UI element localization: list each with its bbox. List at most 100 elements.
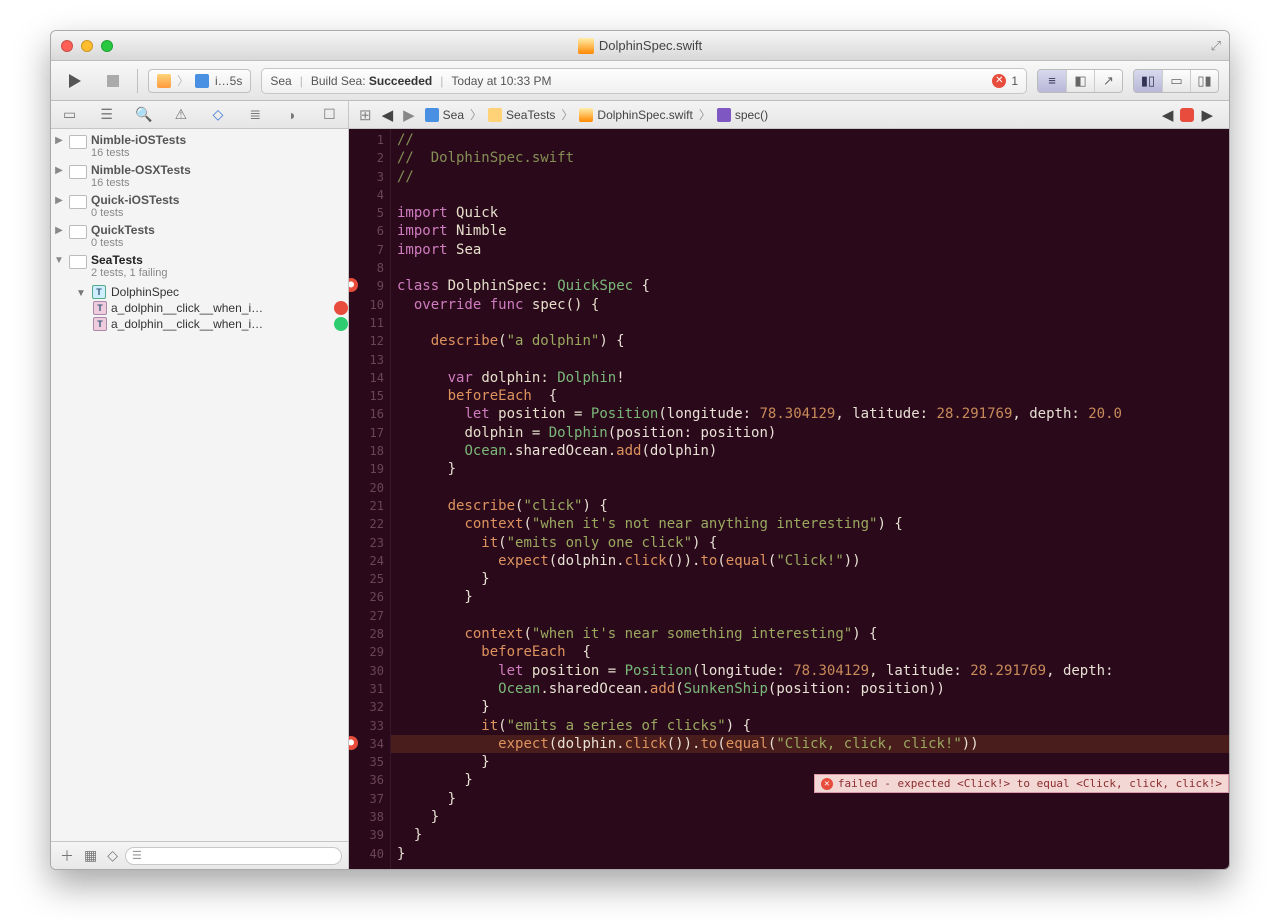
line-number[interactable]: 40 bbox=[349, 845, 390, 863]
test-suite-row[interactable]: ▶ QuickTests 0 tests bbox=[51, 221, 348, 251]
back-button[interactable]: ◀ bbox=[378, 106, 398, 124]
line-number[interactable]: 16 bbox=[349, 405, 390, 423]
code-line[interactable]: import Quick bbox=[391, 204, 1229, 222]
test-suite-row[interactable]: ▶ Nimble-OSXTests 16 tests bbox=[51, 161, 348, 191]
toggle-navigator-button[interactable]: ▮▯ bbox=[1134, 70, 1162, 92]
breakpoint-nav-icon[interactable]: ◗ bbox=[274, 107, 311, 123]
code-line[interactable] bbox=[391, 314, 1229, 332]
line-number[interactable]: 11 bbox=[349, 314, 390, 332]
line-number[interactable]: 24 bbox=[349, 552, 390, 570]
line-number[interactable]: 36 bbox=[349, 771, 390, 789]
jumpbar-symbol[interactable]: spec() bbox=[713, 108, 772, 122]
line-number[interactable]: 31 bbox=[349, 680, 390, 698]
line-number[interactable]: 35 bbox=[349, 753, 390, 771]
line-number[interactable]: 25 bbox=[349, 570, 390, 588]
code-line[interactable]: beforeEach { bbox=[391, 643, 1229, 661]
stop-button[interactable] bbox=[99, 69, 127, 93]
disclosure-icon[interactable]: ▶ bbox=[53, 133, 65, 146]
report-nav-icon[interactable]: ☐ bbox=[311, 106, 348, 123]
line-number[interactable]: 27 bbox=[349, 607, 390, 625]
toggle-utilities-button[interactable]: ▯▮ bbox=[1190, 70, 1218, 92]
issue-nav-icon[interactable]: ⚠ bbox=[162, 106, 199, 123]
fullscreen-icon[interactable]: ⤢ bbox=[1211, 38, 1221, 54]
disclosure-icon[interactable]: ▼ bbox=[53, 253, 65, 266]
test-suite-row[interactable]: ▶ Nimble-iOSTests 16 tests bbox=[51, 131, 348, 161]
line-number[interactable]: 18 bbox=[349, 442, 390, 460]
test-case-row[interactable]: Ta_dolphin__click__when_i… bbox=[51, 317, 348, 331]
test-nav-icon[interactable]: ◇ bbox=[200, 106, 237, 123]
line-number[interactable]: 14 bbox=[349, 369, 390, 387]
line-number[interactable]: 38 bbox=[349, 808, 390, 826]
code-line[interactable]: } bbox=[391, 460, 1229, 478]
code-line[interactable]: } bbox=[391, 845, 1229, 863]
code-line[interactable]: dolphin = Dolphin(position: position) bbox=[391, 424, 1229, 442]
disclosure-icon[interactable]: ▶ bbox=[53, 223, 65, 236]
disclosure-icon[interactable]: ▶ bbox=[53, 193, 65, 206]
code-line[interactable]: expect(dolphin.click()).to(equal("Click,… bbox=[391, 735, 1229, 753]
line-number[interactable]: 4 bbox=[349, 186, 390, 204]
code-line[interactable]: context("when it's not near anything int… bbox=[391, 515, 1229, 533]
debug-nav-icon[interactable]: ≣ bbox=[237, 106, 274, 123]
error-indicator-icon[interactable] bbox=[1180, 108, 1194, 122]
line-number[interactable]: 15 bbox=[349, 387, 390, 405]
code-line[interactable]: describe("a dolphin") { bbox=[391, 332, 1229, 350]
project-nav-icon[interactable]: ▭ bbox=[51, 106, 88, 123]
forward-button[interactable]: ▶ bbox=[399, 106, 419, 124]
code-line[interactable]: import Nimble bbox=[391, 222, 1229, 240]
line-number[interactable]: 20 bbox=[349, 479, 390, 497]
line-number[interactable]: 29 bbox=[349, 643, 390, 661]
code-line[interactable]: it("emits only one click") { bbox=[391, 534, 1229, 552]
line-number[interactable]: 22 bbox=[349, 515, 390, 533]
line-number[interactable]: 6 bbox=[349, 222, 390, 240]
close-icon[interactable] bbox=[61, 40, 73, 52]
symbol-nav-icon[interactable]: ☰ bbox=[88, 106, 125, 123]
code-line[interactable]: context("when it's near something intere… bbox=[391, 625, 1229, 643]
line-number[interactable]: 3 bbox=[349, 168, 390, 186]
next-issue-button[interactable]: ▶ bbox=[1197, 106, 1217, 124]
code-line[interactable]: } bbox=[391, 826, 1229, 844]
line-number[interactable]: 7 bbox=[349, 241, 390, 259]
filter-field[interactable]: ☰ bbox=[125, 847, 342, 865]
test-case-row[interactable]: Ta_dolphin__click__when_i… bbox=[51, 301, 348, 315]
code-line[interactable]: Ocean.sharedOcean.add(SunkenShip(positio… bbox=[391, 680, 1229, 698]
code-line[interactable]: expect(dolphin.click()).to(equal("Click!… bbox=[391, 552, 1229, 570]
line-number[interactable]: 37 bbox=[349, 790, 390, 808]
code-line[interactable]: } bbox=[391, 588, 1229, 606]
gutter[interactable]: 12345678●9101112131415161718192021222324… bbox=[349, 129, 391, 869]
version-editor-button[interactable]: ↗ bbox=[1094, 70, 1122, 92]
code-view[interactable]: //// DolphinSpec.swift//import Quickimpo… bbox=[391, 129, 1229, 869]
titlebar[interactable]: DolphinSpec.swift ⤢ bbox=[51, 31, 1229, 61]
line-number[interactable]: 12 bbox=[349, 332, 390, 350]
line-number[interactable]: 5 bbox=[349, 204, 390, 222]
line-number[interactable]: 8 bbox=[349, 259, 390, 277]
line-number[interactable]: 10 bbox=[349, 296, 390, 314]
related-items-icon[interactable]: ⊞ bbox=[355, 106, 376, 124]
run-button[interactable] bbox=[61, 69, 89, 93]
line-number[interactable]: 17 bbox=[349, 424, 390, 442]
line-number[interactable]: 26 bbox=[349, 588, 390, 606]
disclosure-icon[interactable]: ▼ bbox=[75, 286, 87, 299]
code-line[interactable] bbox=[391, 351, 1229, 369]
jumpbar-file[interactable]: DolphinSpec.swift bbox=[575, 108, 696, 122]
code-line[interactable] bbox=[391, 259, 1229, 277]
code-line[interactable] bbox=[391, 479, 1229, 497]
test-suite-row[interactable]: ▼ SeaTests 2 tests, 1 failing bbox=[51, 251, 348, 281]
code-line[interactable]: beforeEach { bbox=[391, 387, 1229, 405]
source-editor[interactable]: 12345678●9101112131415161718192021222324… bbox=[349, 129, 1229, 869]
jumpbar-group[interactable]: SeaTests bbox=[484, 108, 559, 122]
standard-editor-button[interactable]: ≡ bbox=[1038, 70, 1066, 92]
disclosure-icon[interactable]: ▶ bbox=[53, 163, 65, 176]
line-number[interactable]: 13 bbox=[349, 351, 390, 369]
minimize-icon[interactable] bbox=[81, 40, 93, 52]
code-line[interactable]: let position = Position(longitude: 78.30… bbox=[391, 662, 1229, 680]
code-line[interactable] bbox=[391, 186, 1229, 204]
prev-issue-button[interactable]: ◀ bbox=[1158, 106, 1178, 124]
jumpbar-project[interactable]: Sea bbox=[421, 108, 468, 122]
test-suite-row[interactable]: ▶ Quick-iOSTests 0 tests bbox=[51, 191, 348, 221]
line-number[interactable]: 30 bbox=[349, 662, 390, 680]
test-list[interactable]: ▶ Nimble-iOSTests 16 tests ▶ Nimble-OSXT… bbox=[51, 129, 348, 841]
code-line[interactable]: } bbox=[391, 808, 1229, 826]
line-number[interactable]: 1 bbox=[349, 131, 390, 149]
line-number[interactable]: 28 bbox=[349, 625, 390, 643]
scope-bar-icon[interactable]: ▦ bbox=[81, 847, 100, 864]
